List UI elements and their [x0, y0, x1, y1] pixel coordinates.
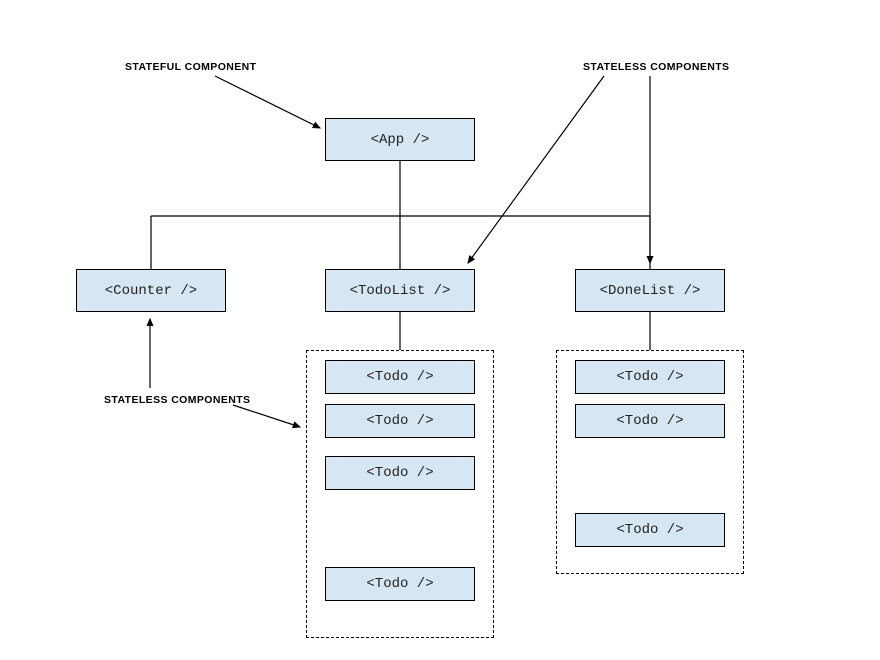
node-counter: <Counter />	[76, 269, 226, 312]
node-done-todo-3-text: <Todo />	[616, 522, 683, 538]
node-todo-3-text: <Todo />	[366, 465, 433, 481]
node-done-todo-1-text: <Todo />	[616, 369, 683, 385]
node-app: <App />	[325, 118, 475, 161]
node-todolist: <TodoList />	[325, 269, 475, 312]
node-todo-4: <Todo />	[325, 567, 475, 601]
node-todo-4-text: <Todo />	[366, 576, 433, 592]
node-done-todo-2-text: <Todo />	[616, 413, 683, 429]
node-donelist-text: <DoneList />	[600, 283, 701, 299]
node-donelist: <DoneList />	[575, 269, 725, 312]
stateful-label: STATEFUL COMPONENT	[125, 61, 256, 73]
stateless-left-label: STATELESS COMPONENTS	[104, 394, 250, 406]
node-done-todo-1: <Todo />	[575, 360, 725, 394]
node-todolist-text: <TodoList />	[350, 283, 451, 299]
node-todo-1: <Todo />	[325, 360, 475, 394]
node-todo-3: <Todo />	[325, 456, 475, 490]
node-done-todo-3: <Todo />	[575, 513, 725, 547]
node-todo-2-text: <Todo />	[366, 413, 433, 429]
node-todo-2: <Todo />	[325, 404, 475, 438]
node-app-text: <App />	[371, 132, 430, 148]
node-done-todo-2: <Todo />	[575, 404, 725, 438]
node-todo-1-text: <Todo />	[366, 369, 433, 385]
node-counter-text: <Counter />	[105, 283, 197, 299]
stateless-right-label: STATELESS COMPONENTS	[583, 61, 729, 73]
